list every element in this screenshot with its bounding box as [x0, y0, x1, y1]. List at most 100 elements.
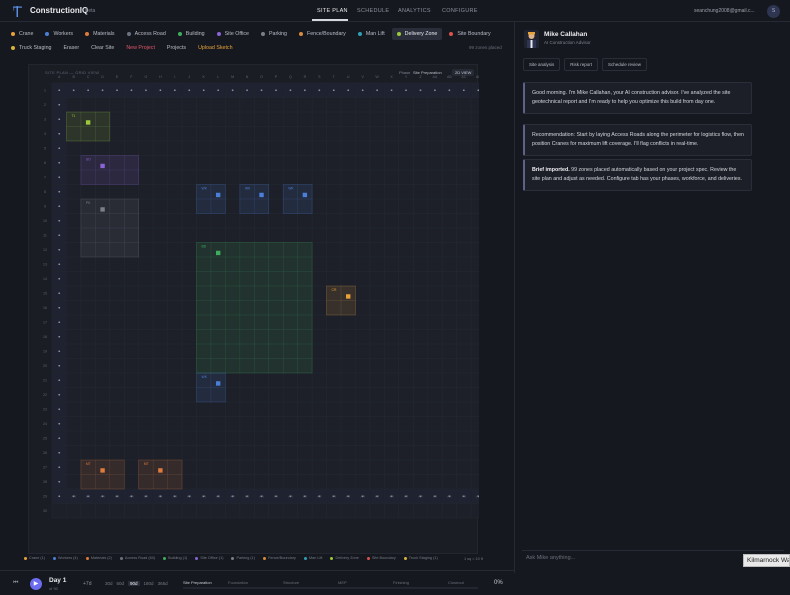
access-road-marker — [419, 89, 422, 92]
speed-selector[interactable]: 30d 60d 90d 180d 365d — [105, 581, 168, 586]
column-label: U — [347, 75, 350, 79]
column-label: N — [246, 75, 249, 79]
tab-schedule[interactable]: SCHEDULE — [357, 8, 389, 14]
tool-parking[interactable]: Parking — [256, 28, 292, 40]
column-label: X — [390, 75, 393, 79]
tool-building[interactable]: Building — [173, 28, 210, 40]
speed-option[interactable]: 90d — [128, 581, 140, 586]
tool-workers[interactable]: Workers — [40, 28, 78, 40]
speed-option[interactable]: 180d — [144, 581, 154, 586]
column-label: Q — [289, 75, 292, 79]
skip-back-icon[interactable]: ⏮ — [13, 580, 18, 587]
legend-swatch — [366, 556, 370, 560]
tab-analytics[interactable]: ANALYTICS — [398, 8, 431, 14]
legend-swatch — [330, 556, 334, 560]
tab-site-plan[interactable]: SITE PLAN — [317, 8, 348, 14]
timeline-track[interactable] — [183, 587, 478, 589]
row-label: 4 — [44, 132, 46, 136]
site-analysis-button[interactable]: Site analysis — [523, 58, 561, 71]
phase-label: Finishing — [393, 580, 410, 585]
access-road-marker — [58, 292, 61, 295]
legend-swatch — [403, 556, 407, 560]
zone-marker — [215, 381, 221, 386]
risk-report-button[interactable]: Risk report — [564, 58, 599, 71]
user-avatar[interactable]: S — [767, 5, 780, 18]
column-label: P — [275, 75, 278, 79]
zones-placed-count: 99 zones placed — [469, 45, 502, 50]
workers-color-icon — [45, 32, 50, 36]
tool-access-road[interactable]: Access Road — [122, 28, 171, 40]
tool-crane[interactable]: Crane — [6, 28, 38, 40]
site-grid-canvas[interactable]: SITE PLAN — GRID VIEW Phase Site Prepara… — [28, 64, 479, 555]
app-name: ConstructionIQ — [30, 6, 89, 15]
access-road-marker — [72, 89, 75, 92]
step-forward-button[interactable]: +7d — [83, 581, 91, 587]
row-label: 27 — [43, 466, 47, 470]
access-road-marker — [246, 89, 248, 92]
zone-tag: WK — [288, 187, 294, 191]
tool-delivery-zone[interactable]: Delivery Zone — [391, 28, 443, 40]
tab-configure[interactable]: CONFIGURE — [442, 8, 478, 14]
site-grid[interactable]: ABCDEFGHIJKLMNOPQRSTUVWXYZAAABACAD123456… — [29, 65, 479, 555]
user-email[interactable]: seanchung2008@gmail.c... — [694, 8, 755, 14]
legend-label: Crane (1) — [29, 556, 46, 560]
tool-site-boundary[interactable]: Site Boundary — [444, 28, 495, 40]
access-road-marker — [332, 89, 335, 92]
legend-label: Delivery Zone — [335, 556, 359, 560]
access-road-marker — [58, 103, 61, 106]
row-label: 30 — [43, 509, 47, 513]
zone-marker — [100, 163, 105, 169]
projects-button[interactable]: Projects — [162, 45, 191, 51]
advisor-quick-actions: Site analysis Risk report Schedule revie… — [523, 58, 648, 71]
column-label: S — [318, 75, 321, 79]
play-button[interactable]: ▶ — [30, 578, 42, 590]
access-road-marker — [434, 89, 436, 92]
chat-input[interactable] — [526, 555, 726, 561]
tool-fence-boundary[interactable]: Fence/Boundary — [294, 28, 351, 40]
zone-tag: SO — [86, 158, 91, 162]
delivery-zone-color-icon — [396, 32, 401, 36]
materials-color-icon — [85, 32, 90, 36]
legend-item: Parking (1) — [231, 556, 255, 560]
tool-man-lift[interactable]: Man Lift — [353, 28, 390, 40]
chat-message: Brief imported. 99 zones placed automati… — [523, 159, 752, 191]
schedule-review-button[interactable]: Schedule review — [602, 58, 648, 71]
legend-swatch — [303, 556, 307, 560]
access-road-marker — [145, 89, 147, 92]
speed-option[interactable]: 30d — [105, 581, 113, 586]
access-road-marker — [58, 176, 61, 179]
clear-site-button[interactable]: Clear Site — [86, 45, 119, 51]
row-label: 7 — [44, 176, 46, 180]
access-road-marker — [58, 495, 61, 498]
new-project-button[interactable]: New Project — [121, 45, 160, 51]
eraser-button[interactable]: Eraser — [58, 45, 84, 51]
row-label: 1 — [44, 89, 46, 93]
upload-sketch-button[interactable]: Upload Sketch — [193, 45, 237, 51]
column-label: Y — [405, 75, 408, 79]
row-label: 14 — [43, 277, 47, 281]
tool-palette: Crane Workers Materials Access Road Building… — [6, 28, 496, 40]
tool-label: Truck Staging — [19, 45, 52, 51]
legend-swatch — [231, 556, 235, 560]
speed-option[interactable]: 60d — [117, 581, 125, 586]
row-label: 29 — [43, 495, 47, 499]
beta-badge: Beta — [85, 8, 96, 14]
legend-item: Workers (4) — [53, 556, 78, 560]
tool-site-office[interactable]: Site Office — [212, 28, 254, 40]
access-road-marker — [58, 132, 61, 135]
speed-option[interactable]: 365d — [158, 581, 168, 586]
zone-marker — [100, 207, 105, 212]
row-label: 8 — [44, 190, 46, 194]
access-road-marker — [202, 89, 205, 92]
phase-label: Site Preparation — [183, 580, 212, 585]
legend-swatch — [119, 556, 123, 560]
access-road-marker — [130, 89, 133, 92]
legend-swatch — [263, 556, 267, 560]
legend-label: Access Road (60) — [124, 556, 156, 560]
legend-swatch — [24, 556, 27, 560]
access-road-marker — [58, 437, 61, 440]
tool-truck-staging[interactable]: Truck Staging — [6, 42, 56, 54]
tool-materials[interactable]: Materials — [80, 28, 120, 40]
access-road-marker — [275, 89, 277, 92]
legend-item: Truck Staging (1) — [403, 556, 438, 560]
